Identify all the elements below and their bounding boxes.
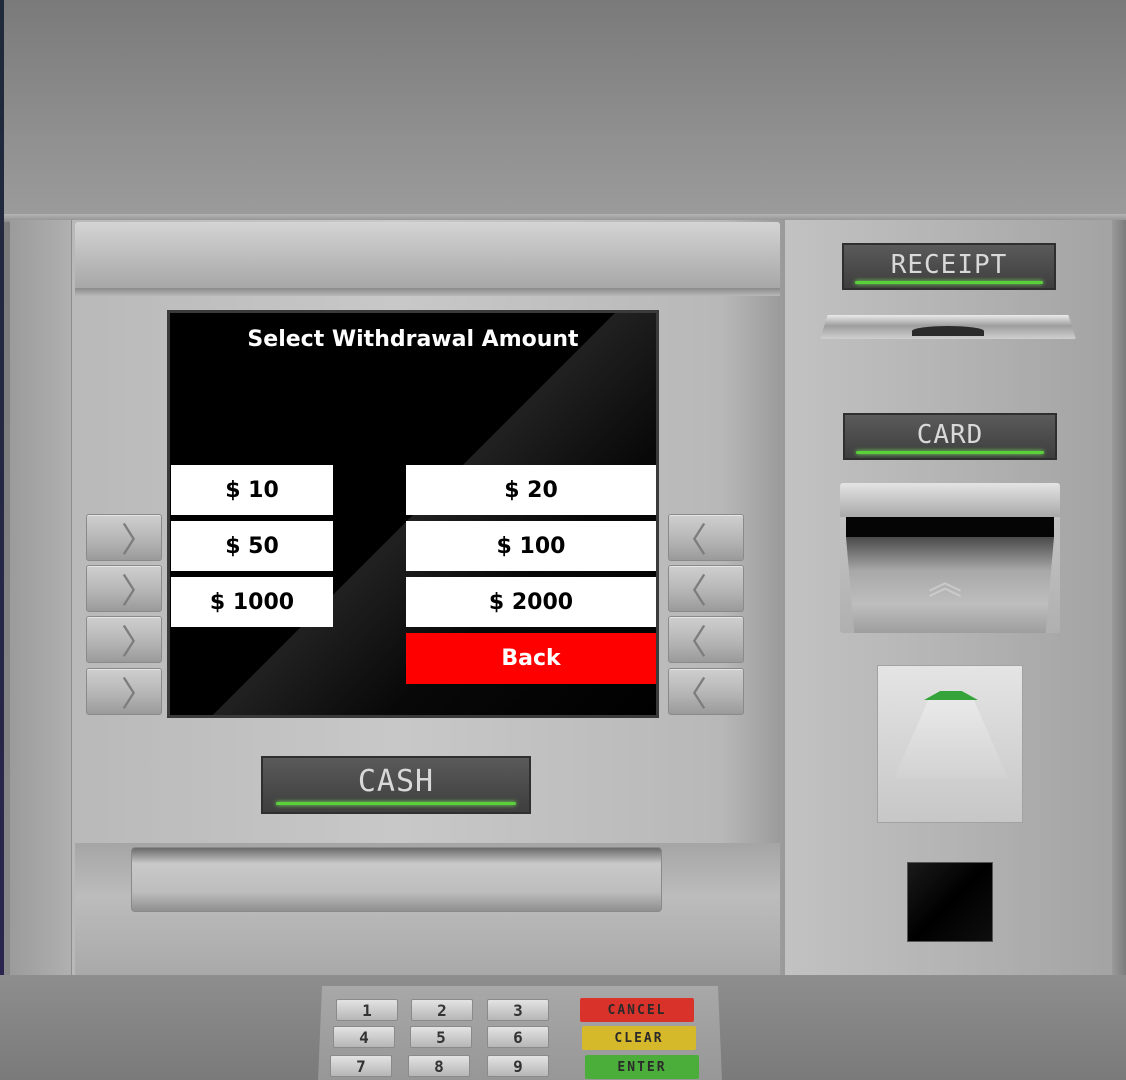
card-slot[interactable]: [846, 517, 1054, 537]
cash-label-plate: CASH: [261, 756, 531, 814]
side-key-left-2[interactable]: 〉: [86, 565, 162, 612]
key-6[interactable]: 6: [487, 1026, 549, 1048]
atm-screen: Select Withdrawal Amount $ 10 $ 20 $ 50 …: [167, 310, 659, 718]
cancel-key[interactable]: CANCEL: [580, 998, 694, 1022]
key-5[interactable]: 5: [410, 1026, 472, 1048]
key-7[interactable]: 7: [330, 1055, 392, 1077]
clear-key[interactable]: CLEAR: [582, 1026, 696, 1050]
atm-hood: [4, 0, 1126, 220]
chevron-left-icon: 〈: [673, 572, 707, 612]
key-3[interactable]: 3: [487, 999, 549, 1021]
chevron-left-icon: 〈: [673, 623, 707, 663]
amount-50-button[interactable]: $ 50: [171, 521, 333, 571]
chevron-left-icon: 〈: [673, 521, 707, 561]
panel-side: [10, 220, 72, 980]
side-key-left-4[interactable]: 〉: [86, 668, 162, 715]
amount-20-button[interactable]: $ 20: [406, 465, 656, 515]
key-8[interactable]: 8: [408, 1055, 470, 1077]
key-4[interactable]: 4: [333, 1026, 395, 1048]
screen-top-bar: [75, 222, 780, 290]
side-key-right-2[interactable]: 〈: [668, 565, 744, 612]
key-2[interactable]: 2: [411, 999, 473, 1021]
back-button[interactable]: Back: [406, 633, 656, 684]
amount-2000-button[interactable]: $ 2000: [406, 577, 656, 627]
side-key-right-3[interactable]: 〈: [668, 616, 744, 663]
chevron-right-icon: 〉: [121, 623, 155, 663]
side-key-left-3[interactable]: 〉: [86, 616, 162, 663]
amount-1000-button[interactable]: $ 1000: [171, 577, 333, 627]
chevron-right-icon: 〉: [121, 675, 155, 715]
frame-right-edge: [1112, 220, 1126, 980]
side-key-left-1[interactable]: 〉: [86, 514, 162, 561]
cash-dispenser-slot: [131, 847, 662, 912]
key-9[interactable]: 9: [487, 1055, 549, 1077]
receipt-slot-notch: [912, 326, 984, 336]
receipt-led: [855, 281, 1043, 284]
cash-label: CASH: [357, 764, 435, 799]
side-key-right-4[interactable]: 〈: [668, 668, 744, 715]
enter-key[interactable]: ENTER: [585, 1055, 699, 1079]
screen-top-bar-shadow: [75, 288, 780, 296]
chevron-right-icon: 〉: [121, 521, 155, 561]
chevron-right-icon: 〉: [121, 572, 155, 612]
key-1[interactable]: 1: [336, 999, 398, 1021]
double-chevron-up-icon: ︽: [928, 563, 962, 603]
amount-10-button[interactable]: $ 10: [171, 465, 333, 515]
chevron-left-icon: 〈: [673, 675, 707, 715]
side-key-right-1[interactable]: 〈: [668, 514, 744, 561]
cash-led: [276, 802, 516, 805]
screen-title: Select Withdrawal Amount: [247, 327, 579, 352]
receipt-label: RECEIPT: [890, 250, 1008, 280]
card-reader-top: [840, 483, 1060, 517]
amount-100-button[interactable]: $ 100: [406, 521, 656, 571]
card-led: [856, 451, 1044, 454]
camera-window: [907, 862, 993, 942]
card-label: CARD: [916, 420, 984, 450]
